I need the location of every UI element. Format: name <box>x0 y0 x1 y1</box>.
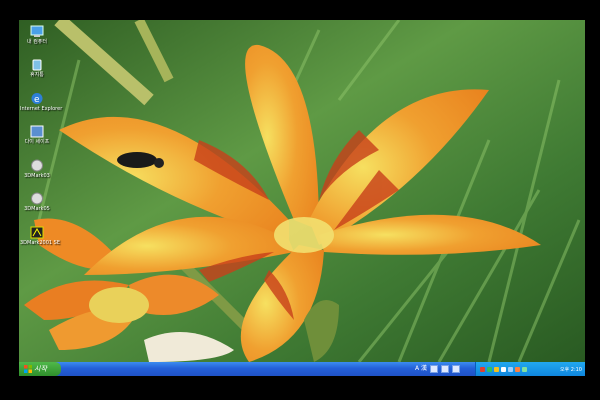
desktop-icon-recycle-bin[interactable]: 휴지통 <box>20 58 54 78</box>
tray-app-icon[interactable] <box>515 366 520 372</box>
desktop-icon-3dmark2001[interactable]: 3DMark2001 SE <box>20 226 61 246</box>
3dmark2001-icon <box>30 226 44 239</box>
help-icon[interactable] <box>452 365 461 373</box>
desktop-icon-3dmark03[interactable]: 3DMark03 <box>20 159 54 179</box>
desktop-icon-label: 3DMark05 <box>24 206 50 212</box>
ime-settings-icon[interactable] <box>441 365 450 373</box>
desktop-icon-label: 다이 세이프 <box>24 139 50 145</box>
desktop-icon-label: 내 컴퓨터 <box>27 39 47 45</box>
tray-app-icon[interactable] <box>487 366 492 372</box>
svg-text:e: e <box>34 95 40 105</box>
volume-icon[interactable] <box>508 366 513 372</box>
network-icon[interactable] <box>501 366 506 372</box>
desktop-icon-label: 3DMark2001 SE <box>20 240 61 246</box>
shortcut-icon <box>30 125 44 138</box>
desktop-icon-label: 3DMark03 <box>24 173 50 179</box>
desktop-icon-internet-explorer[interactable]: e Internet Explorer <box>20 92 63 112</box>
desktop-icon-label: 휴지통 <box>30 72 44 78</box>
language-bar[interactable]: A 漢 <box>415 363 461 375</box>
start-label: 시작 <box>34 365 47 373</box>
wallpaper <box>19 20 585 362</box>
my-computer-icon <box>30 25 44 37</box>
3dmark03-icon <box>31 159 43 172</box>
recycle-bin-icon <box>32 59 42 71</box>
desktop-icon-shortcut[interactable]: 다이 세이프 <box>20 125 54 145</box>
windows-logo-icon <box>24 365 32 373</box>
desktop-icon-my-computer[interactable]: 내 컴퓨터 <box>20 25 54 45</box>
system-tray: 오후 2:10 <box>475 362 585 376</box>
ime-mode-icon[interactable] <box>430 365 439 373</box>
clock[interactable]: 오후 2:10 <box>560 366 582 373</box>
taskbar: 시작 A 漢 오후 2:10 <box>19 362 585 376</box>
3dmark05-icon <box>31 192 43 205</box>
start-button[interactable]: 시작 <box>19 362 61 376</box>
desktop-icon-3dmark05[interactable]: 3DMark05 <box>20 192 54 212</box>
tray-app-icon[interactable] <box>494 366 499 372</box>
desktop-screen: 내 컴퓨터 휴지통 e Internet Explorer 다이 세이프 3DM… <box>19 20 585 376</box>
tray-app-icon[interactable] <box>522 366 527 372</box>
desktop-icon-label: Internet Explorer <box>20 106 63 112</box>
language-indicator[interactable]: A 漢 <box>415 363 427 375</box>
tray-app-icon[interactable] <box>480 366 485 372</box>
internet-explorer-icon: e <box>31 93 43 105</box>
